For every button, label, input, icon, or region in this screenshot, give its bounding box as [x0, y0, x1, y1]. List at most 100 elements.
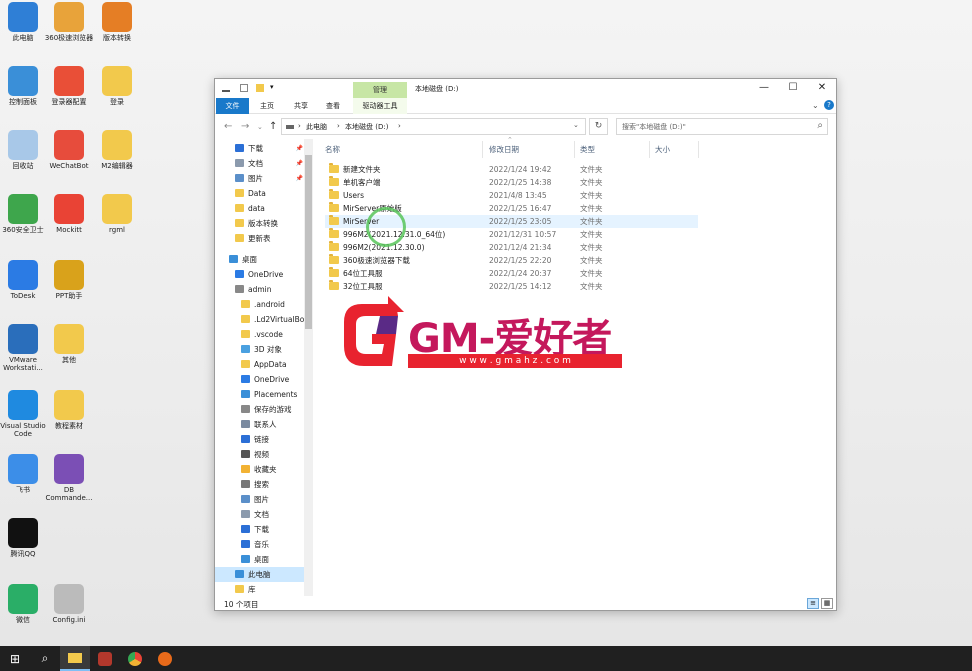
maximize-button[interactable]: ☐ [782, 81, 804, 95]
help-icon[interactable]: ? [824, 100, 834, 110]
nav-item[interactable]: 视频 [215, 447, 307, 462]
back-icon[interactable]: ← [224, 121, 232, 132]
nav-item[interactable]: 图片 📌 [215, 171, 307, 186]
nav-item[interactable]: 图片 [215, 492, 307, 507]
nav-item[interactable]: 此电脑 [215, 567, 307, 582]
nav-item[interactable]: 收藏夹 [215, 462, 307, 477]
properties-icon[interactable] [240, 84, 248, 92]
desktop-icon[interactable]: Mockitt [46, 194, 92, 252]
nav-item[interactable]: 桌面 [215, 252, 307, 267]
file-row[interactable]: 360极速浏览器下载 2022/1/25 22:20 文件夹 [325, 254, 698, 267]
browser-icon[interactable] [120, 646, 150, 671]
column-date[interactable]: 修改日期 [485, 141, 575, 158]
app-icon[interactable] [90, 646, 120, 671]
desktop-icon[interactable]: 版本转换 [94, 2, 140, 60]
desktop-icon[interactable]: 登录器配置 [46, 66, 92, 124]
tab-share[interactable]: 共享 [287, 98, 315, 114]
nav-item[interactable]: OneDrive [215, 372, 307, 387]
desktop-icon[interactable]: 微信 [0, 584, 46, 642]
nav-item[interactable]: 音乐 [215, 537, 307, 552]
file-row[interactable]: 64位工具服 2022/1/24 20:37 文件夹 [325, 267, 698, 280]
nav-item[interactable]: 下载 [215, 522, 307, 537]
desktop-icon[interactable]: 360极速浏览器 [45, 2, 93, 60]
nav-item[interactable]: 3D 对象 [215, 342, 307, 357]
column-type[interactable]: 类型 [576, 141, 650, 158]
forward-icon[interactable]: → [241, 121, 249, 132]
address-dropdown-icon[interactable]: ⌄ [573, 121, 579, 129]
quick-access-icon[interactable] [222, 84, 230, 92]
nav-item[interactable]: 联系人 [215, 417, 307, 432]
desktop-icon[interactable]: 控制面板 [0, 66, 46, 124]
nav-item[interactable]: OneDrive [215, 267, 307, 282]
minimize-button[interactable]: — [753, 81, 775, 95]
new-folder-icon[interactable] [256, 84, 264, 92]
breadcrumb-separator[interactable]: › [398, 122, 401, 130]
nav-item[interactable]: .android [215, 297, 307, 312]
nav-item[interactable]: 更新表 [215, 231, 307, 246]
desktop-icon[interactable]: 回收站 [0, 130, 46, 188]
nav-item[interactable]: 版本转换 [215, 216, 307, 231]
close-button[interactable]: ✕ [811, 81, 833, 95]
nav-item[interactable]: 桌面 [215, 552, 307, 567]
nav-item[interactable]: 文档 [215, 507, 307, 522]
file-row[interactable]: 32位工具服 2022/1/25 14:12 文件夹 [325, 280, 698, 293]
nav-item[interactable]: 文档 📌 [215, 156, 307, 171]
expand-ribbon-icon[interactable]: ⌄ [812, 101, 819, 110]
tab-file[interactable]: 文件 [216, 98, 249, 114]
nav-item[interactable]: data [215, 201, 307, 216]
desktop-icon[interactable]: DB Commande... [46, 454, 92, 512]
nav-item[interactable]: .vscode [215, 327, 307, 342]
file-row[interactable]: 单机客户端 2022/1/25 14:38 文件夹 [325, 176, 698, 189]
large-icons-view-button[interactable]: ▦ [821, 598, 833, 609]
desktop-icon[interactable]: VMware Workstati... [0, 324, 46, 382]
nav-item[interactable]: 下载 📌 [215, 141, 307, 156]
desktop-icon[interactable]: M2编辑器 [94, 130, 140, 188]
nav-item[interactable]: 库 [215, 582, 307, 596]
nav-item[interactable]: 链接 [215, 432, 307, 447]
column-name[interactable]: 名称 [321, 141, 483, 158]
refresh-button[interactable]: ↻ [589, 118, 608, 135]
nav-item[interactable]: Placements [215, 387, 307, 402]
desktop-icon[interactable]: rgml [94, 194, 140, 252]
customize-toolbar-icon[interactable]: ▾ [270, 84, 278, 92]
desktop-icon[interactable]: ToDesk [0, 260, 46, 318]
nav-item[interactable]: Data [215, 186, 307, 201]
up-icon[interactable]: ↑ [269, 121, 277, 132]
desktop-icon[interactable]: 其他 [46, 324, 92, 382]
file-explorer-icon[interactable] [60, 646, 90, 671]
recent-locations-icon[interactable]: ⌄ [257, 123, 263, 131]
nav-scrollbar-thumb[interactable] [305, 155, 312, 329]
breadcrumb-local-disk[interactable]: 本地磁盘 (D:) [345, 122, 388, 132]
tab-home[interactable]: 主页 [253, 98, 281, 114]
column-size[interactable]: 大小 [651, 141, 699, 158]
desktop-icon[interactable]: Config.ini [46, 584, 92, 642]
tab-view[interactable]: 查看 [319, 98, 347, 114]
desktop-icon[interactable]: WeChatBot [46, 130, 92, 188]
nav-item[interactable]: 保存的游戏 [215, 402, 307, 417]
desktop-icon[interactable]: PPT助手 [46, 260, 92, 318]
desktop-icon[interactable]: 教程素材 [46, 390, 92, 448]
nav-item[interactable]: 搜索 [215, 477, 307, 492]
nav-item[interactable]: AppData [215, 357, 307, 372]
start-icon[interactable]: ⊞ [0, 646, 30, 671]
nav-item[interactable]: .Ld2VirtualBo [215, 312, 307, 327]
breadcrumb-separator[interactable]: › [337, 122, 340, 130]
desktop-icon[interactable]: Visual Studio Code [0, 390, 46, 448]
desktop-icon[interactable]: 360安全卫士 [0, 194, 46, 252]
nav-item[interactable]: admin [215, 282, 307, 297]
breadcrumb-this-pc[interactable]: 此电脑 [306, 122, 327, 132]
desktop-icon[interactable]: 此电脑 [0, 2, 46, 60]
context-tab-manage[interactable]: 管理 [353, 82, 407, 98]
nav-scrollbar[interactable] [304, 139, 313, 596]
firefox-icon[interactable] [150, 646, 180, 671]
search-icon[interactable]: ⌕ [30, 646, 60, 671]
file-row[interactable]: 新建文件夹 2022/1/24 19:42 文件夹 [325, 163, 698, 176]
desktop-icon[interactable]: 腾讯QQ [0, 518, 46, 576]
desktop-icon[interactable]: 飞书 [0, 454, 46, 512]
address-bar[interactable]: › 此电脑 › 本地磁盘 (D:) › ⌄ [281, 118, 586, 135]
details-view-button[interactable]: ≡ [807, 598, 819, 609]
title-bar[interactable]: ▾ 管理 本地磁盘 (D:) — ☐ ✕ [215, 79, 836, 98]
tab-drive-tools[interactable]: 驱动器工具 [353, 98, 407, 114]
file-row[interactable]: Users 2021/4/8 13:45 文件夹 [325, 189, 698, 202]
search-input[interactable]: 搜索"本地磁盘 (D:)" ⌕ [616, 118, 828, 135]
